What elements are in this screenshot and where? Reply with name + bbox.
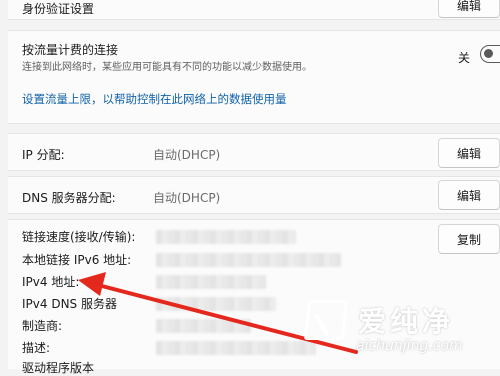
ip-edit-button[interactable]: 编辑 [438, 138, 500, 168]
metered-toggle-state: 关 [458, 51, 471, 65]
blurred-value [156, 297, 276, 311]
copy-button[interactable]: 复制 [438, 224, 500, 254]
property-label-manufacturer: 制造商: [22, 319, 63, 333]
identity-edit-button[interactable]: 编辑 [438, 0, 500, 18]
dns-assignment-card: DNS 服务器分配: 自动(DHCP) [8, 176, 500, 214]
ip-assignment-value: 自动(DHCP) [153, 148, 221, 162]
dns-edit-button[interactable]: 编辑 [438, 180, 500, 210]
metered-connection-description: 连接到此网络时，某些应用可能具有不同的功能以减少数据使用。 [22, 62, 312, 73]
blurred-value [156, 319, 251, 333]
dns-assignment-label: DNS 服务器分配: [22, 191, 116, 205]
identity-settings-card: 身份验证设置 [8, 0, 500, 20]
blurred-value [156, 341, 316, 355]
property-label-driver-version: 驱动程序版本 [22, 361, 95, 375]
property-label-ipv4-dns: IPv4 DNS 服务器 [22, 297, 117, 311]
blurred-value [156, 230, 296, 244]
identity-settings-label: 身份验证设置 [22, 2, 95, 16]
blurred-value [156, 253, 341, 267]
toggle-knob [484, 49, 493, 58]
dns-assignment-value: 自动(DHCP) [153, 191, 221, 205]
watermark-brand: 爱纯净 [358, 305, 455, 338]
property-label-ipv6: 本地链接 IPv6 地址: [22, 253, 132, 267]
property-label-link-speed: 链接速度(接收/传输): [22, 230, 136, 244]
blurred-value [156, 275, 266, 289]
watermark-logo-icon [303, 300, 349, 340]
metered-connection-card: 按流量计费的连接 连接到此网络时，某些应用可能具有不同的功能以减少数据使用。 关… [8, 30, 500, 124]
ip-assignment-card: IP 分配: 自动(DHCP) [8, 133, 500, 171]
metered-toggle[interactable] [480, 45, 500, 63]
ip-assignment-label: IP 分配: [22, 148, 65, 162]
watermark: 爱纯净 aichunjing.com [300, 298, 500, 360]
data-limit-link[interactable]: 设置流量上限，以帮助控制在此网络上的数据使用量 [22, 91, 287, 107]
watermark-url: aichunjing.com [356, 338, 463, 354]
property-label-description: 描述: [22, 341, 51, 355]
property-label-ipv4: IPv4 地址: [22, 275, 80, 289]
metered-connection-label: 按流量计费的连接 [22, 43, 119, 57]
